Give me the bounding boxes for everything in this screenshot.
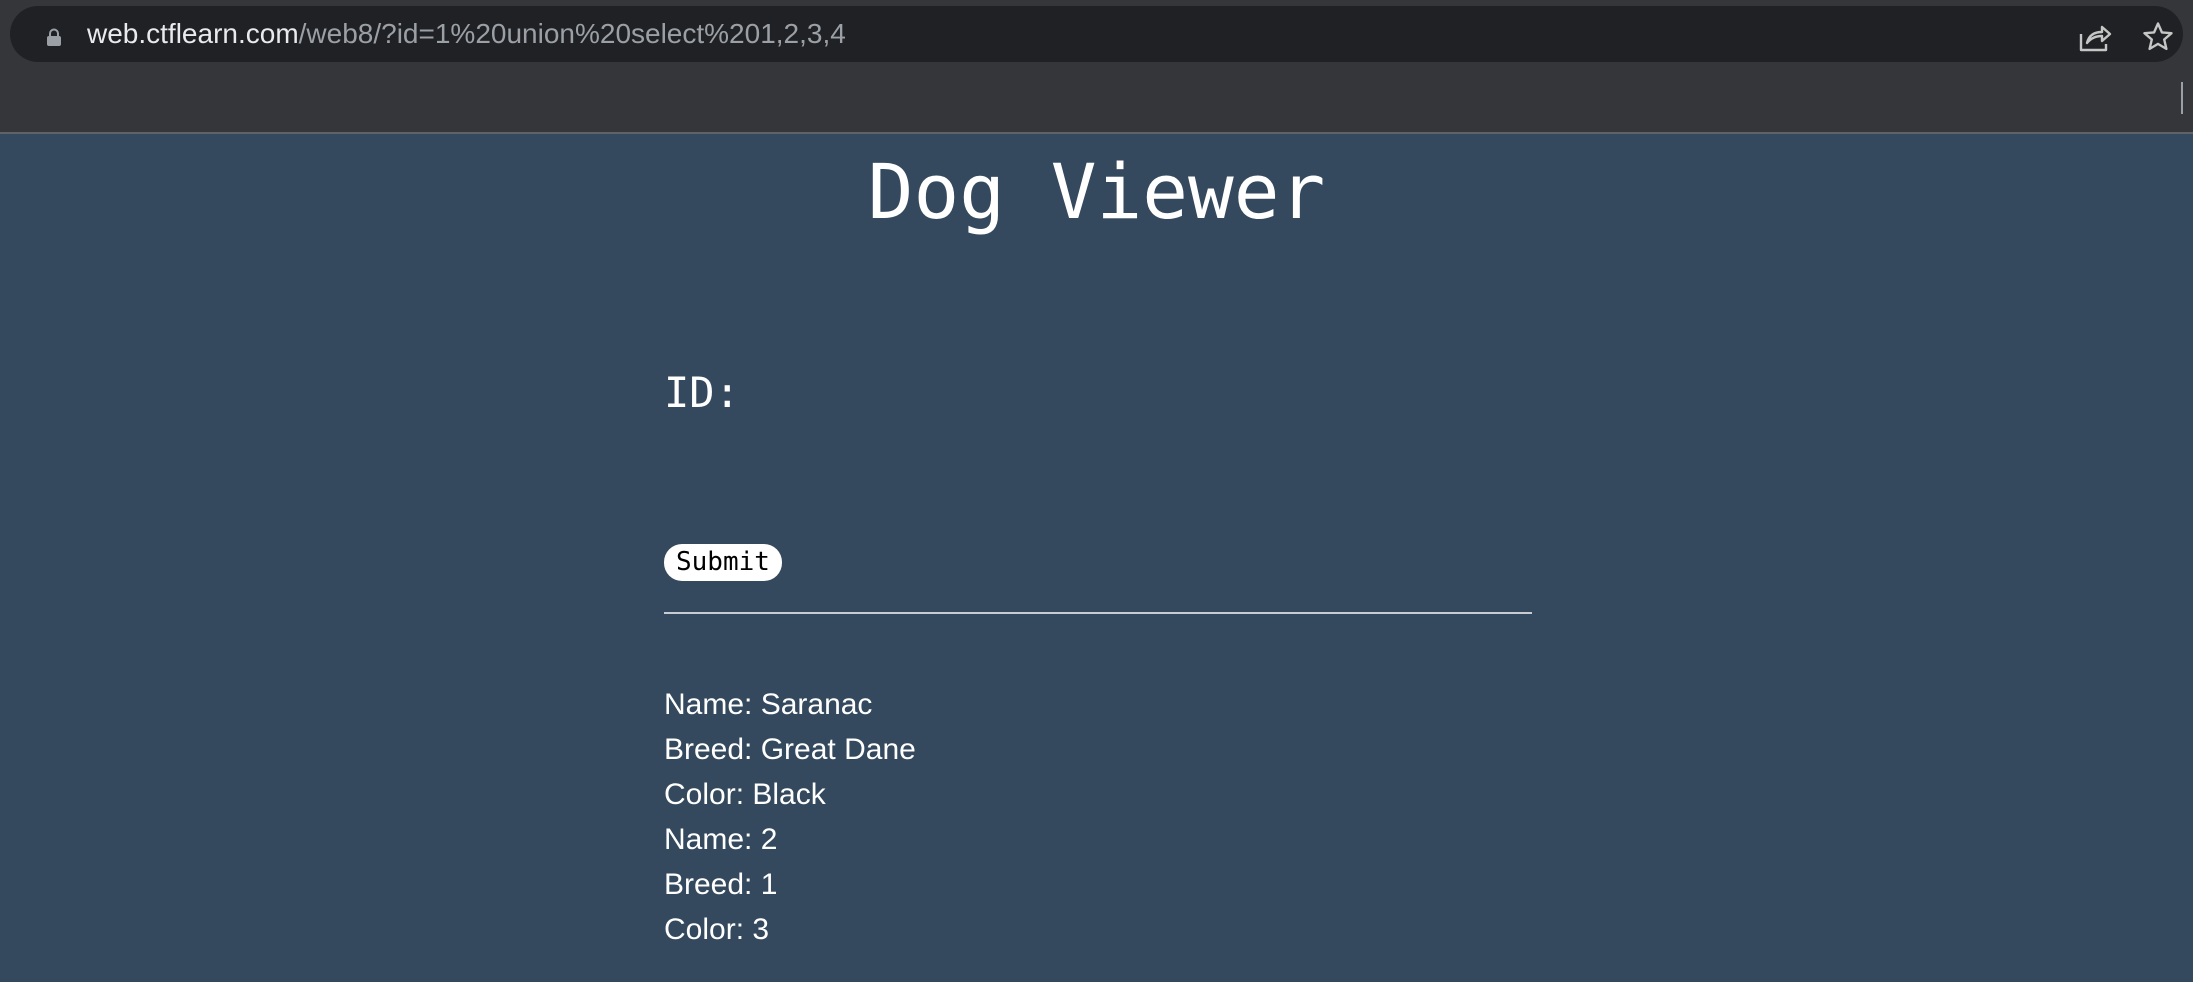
url-text[interactable]: web.ctflearn.com/web8/?id=1%20union%20se… — [87, 17, 846, 51]
result-name-2: Name: 2 — [664, 823, 778, 856]
share-icon[interactable] — [2078, 22, 2112, 52]
result-name-1: Name: Saranac — [664, 688, 873, 721]
star-icon[interactable] — [2142, 21, 2174, 53]
page-content: Dog Viewer ID: Submit Name: Saranac Bree… — [0, 134, 2193, 982]
toolbar-divider — [2181, 82, 2183, 114]
submit-button[interactable]: Submit — [664, 544, 782, 581]
id-input[interactable] — [664, 564, 1532, 614]
id-label: ID: — [664, 368, 740, 417]
result-color-1: Color: Black — [664, 778, 826, 811]
lock-icon[interactable] — [45, 28, 63, 46]
page-title: Dog Viewer — [867, 147, 1326, 236]
result-breed-2: Breed: 1 — [664, 868, 778, 901]
address-bar[interactable]: web.ctflearn.com/web8/?id=1%20union%20se… — [10, 6, 2183, 62]
result-breed-1: Breed: Great Dane — [664, 733, 916, 766]
browser-toolbar: web.ctflearn.com/web8/?id=1%20union%20se… — [0, 0, 2193, 134]
result-color-2: Color: 3 — [664, 913, 770, 946]
results-list: Name: Saranac Breed: Great Dane Color: B… — [664, 682, 916, 952]
url-host: web.ctflearn.com — [87, 18, 299, 49]
url-path: /web8/?id=1%20union%20select%201,2,3,4 — [298, 18, 846, 49]
